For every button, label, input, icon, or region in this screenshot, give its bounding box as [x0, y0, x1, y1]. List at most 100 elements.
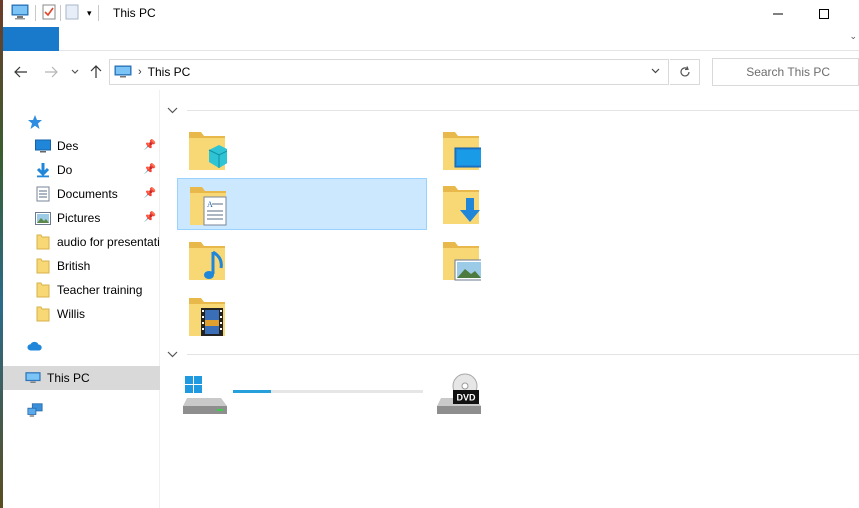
qat-divider [35, 5, 36, 21]
folder-tile-downloads[interactable] [431, 178, 681, 230]
pictures-folder-icon [443, 242, 481, 281]
back-button[interactable] [11, 62, 31, 82]
folder-tile-desktop[interactable] [431, 124, 681, 176]
title-bar: ▾ This PC [3, 0, 859, 27]
forward-button[interactable] [41, 62, 61, 82]
collapse-chevron-icon[interactable] [167, 103, 178, 117]
3d-objects-folder-icon [189, 132, 227, 170]
sidebar-item-network[interactable] [3, 398, 160, 422]
maximize-icon [819, 8, 829, 19]
folder-tile-documents[interactable]: A [177, 178, 427, 230]
quick-access-toolbar: ▾ [11, 4, 105, 22]
sidebar-item-this-pc[interactable]: This PC [3, 366, 160, 390]
navigation-pane: Des 📌 Do 📌 Documents 📌 Pictures 📌 audio … [3, 90, 160, 508]
pin-icon[interactable]: 📌 [144, 164, 156, 175]
up-arrow-icon [90, 65, 102, 78]
address-bar[interactable]: › This PC [109, 59, 669, 85]
sidebar-item-label: Des [57, 139, 79, 153]
folder-icon [35, 282, 51, 298]
sidebar-item-willis[interactable]: Willis [3, 302, 160, 326]
folders-group-header[interactable] [167, 102, 859, 118]
address-dropdown-icon[interactable] [651, 66, 660, 77]
qat-divider [97, 5, 99, 21]
refresh-button[interactable] [670, 59, 700, 85]
back-arrow-icon [14, 66, 27, 78]
downloads-folder-icon [443, 186, 480, 224]
sidebar-item-british[interactable]: British [3, 254, 160, 278]
sidebar-item-audio-for-presentati[interactable]: audio for presentati [3, 230, 160, 254]
folder-tile-videos[interactable] [177, 290, 427, 342]
sidebar-item-downloads[interactable]: Do 📌 [3, 158, 160, 182]
sidebar-item-label: Pictures [57, 211, 101, 225]
this-pc-icon [25, 370, 41, 386]
drive-tile-dvd[interactable]: DVD [431, 370, 681, 422]
window-title: This PC [113, 6, 156, 20]
sidebar-item-label: Documents [57, 187, 118, 201]
collapse-chevron-icon[interactable] [167, 347, 178, 361]
sidebar-item-label: Do [57, 163, 73, 177]
folder-icon [35, 234, 51, 250]
recent-locations-button[interactable] [65, 62, 85, 82]
group-divider [187, 110, 859, 111]
minimize-button[interactable] [755, 0, 801, 27]
pin-icon[interactable]: 📌 [144, 140, 156, 151]
desktop-icon [35, 138, 51, 154]
quick-access-item[interactable] [3, 110, 160, 134]
drive-tile-windows[interactable] [177, 370, 427, 422]
breadcrumb-this-pc[interactable]: This PC [148, 65, 191, 79]
navigation-bar: › This PC Search This PC [3, 52, 859, 90]
pin-icon[interactable]: 📌 [144, 188, 156, 199]
up-button[interactable] [86, 62, 106, 82]
folder-icon [35, 306, 51, 322]
documents-icon [35, 186, 51, 202]
chevron-down-icon [71, 69, 79, 74]
sidebar-item-label: Willis [57, 307, 85, 321]
music-folder-icon [189, 242, 225, 280]
pin-icon[interactable]: 📌 [144, 212, 156, 223]
content-area: A DVD [161, 90, 859, 508]
downloads-icon [35, 162, 51, 178]
properties-icon[interactable] [42, 4, 56, 23]
drive-usage-bar [233, 390, 423, 393]
sidebar-item-pictures[interactable]: Pictures 📌 [3, 206, 160, 230]
ribbon: ⌄ [3, 27, 859, 51]
onedrive-icon [27, 338, 43, 354]
this-pc-icon [114, 65, 132, 79]
sidebar-item-desktop[interactable]: Des 📌 [3, 134, 160, 158]
sidebar-item-label: Teacher training [57, 283, 143, 297]
desktop-folder-icon [443, 132, 481, 170]
dvd-drive-icon: DVD [437, 373, 481, 414]
folder-icon [35, 258, 51, 274]
refresh-icon [679, 66, 690, 77]
expand-ribbon-icon[interactable]: ⌄ [849, 31, 857, 42]
folder-tile-3d-objects[interactable] [177, 124, 427, 176]
sidebar-item-label: This PC [47, 371, 90, 385]
this-pc-icon [11, 4, 29, 23]
group-divider [187, 354, 859, 355]
quick-access-star-icon [27, 114, 43, 130]
search-input[interactable]: Search This PC [712, 58, 859, 86]
videos-folder-icon [189, 298, 225, 336]
customize-qat-icon[interactable]: ▾ [87, 8, 92, 19]
new-folder-icon[interactable] [65, 4, 79, 23]
pictures-icon [35, 210, 51, 226]
minimize-icon [773, 13, 783, 14]
qat-divider [60, 5, 61, 21]
drive-usage-fill [233, 390, 271, 393]
file-explorer-window: ▾ This PC ⌄ › This PC Search This PC Des… [0, 0, 859, 508]
network-icon [27, 402, 43, 418]
file-tab[interactable] [3, 27, 59, 51]
drives-group-header[interactable] [167, 346, 859, 362]
sidebar-item-onedrive[interactable] [3, 334, 160, 358]
documents-folder-icon: A [190, 187, 227, 226]
maximize-button[interactable] [801, 0, 847, 27]
sidebar-item-teacher-training[interactable]: Teacher training [3, 278, 160, 302]
breadcrumb-chevron-icon[interactable]: › [138, 66, 142, 78]
sidebar-item-label: audio for presentati [57, 235, 160, 249]
folder-tile-music[interactable] [177, 234, 427, 286]
folder-tile-pictures[interactable] [431, 234, 681, 286]
dvd-badge: DVD [456, 393, 476, 403]
sidebar-item-label: British [57, 259, 91, 273]
forward-arrow-icon [45, 66, 58, 78]
sidebar-item-documents[interactable]: Documents 📌 [3, 182, 160, 206]
